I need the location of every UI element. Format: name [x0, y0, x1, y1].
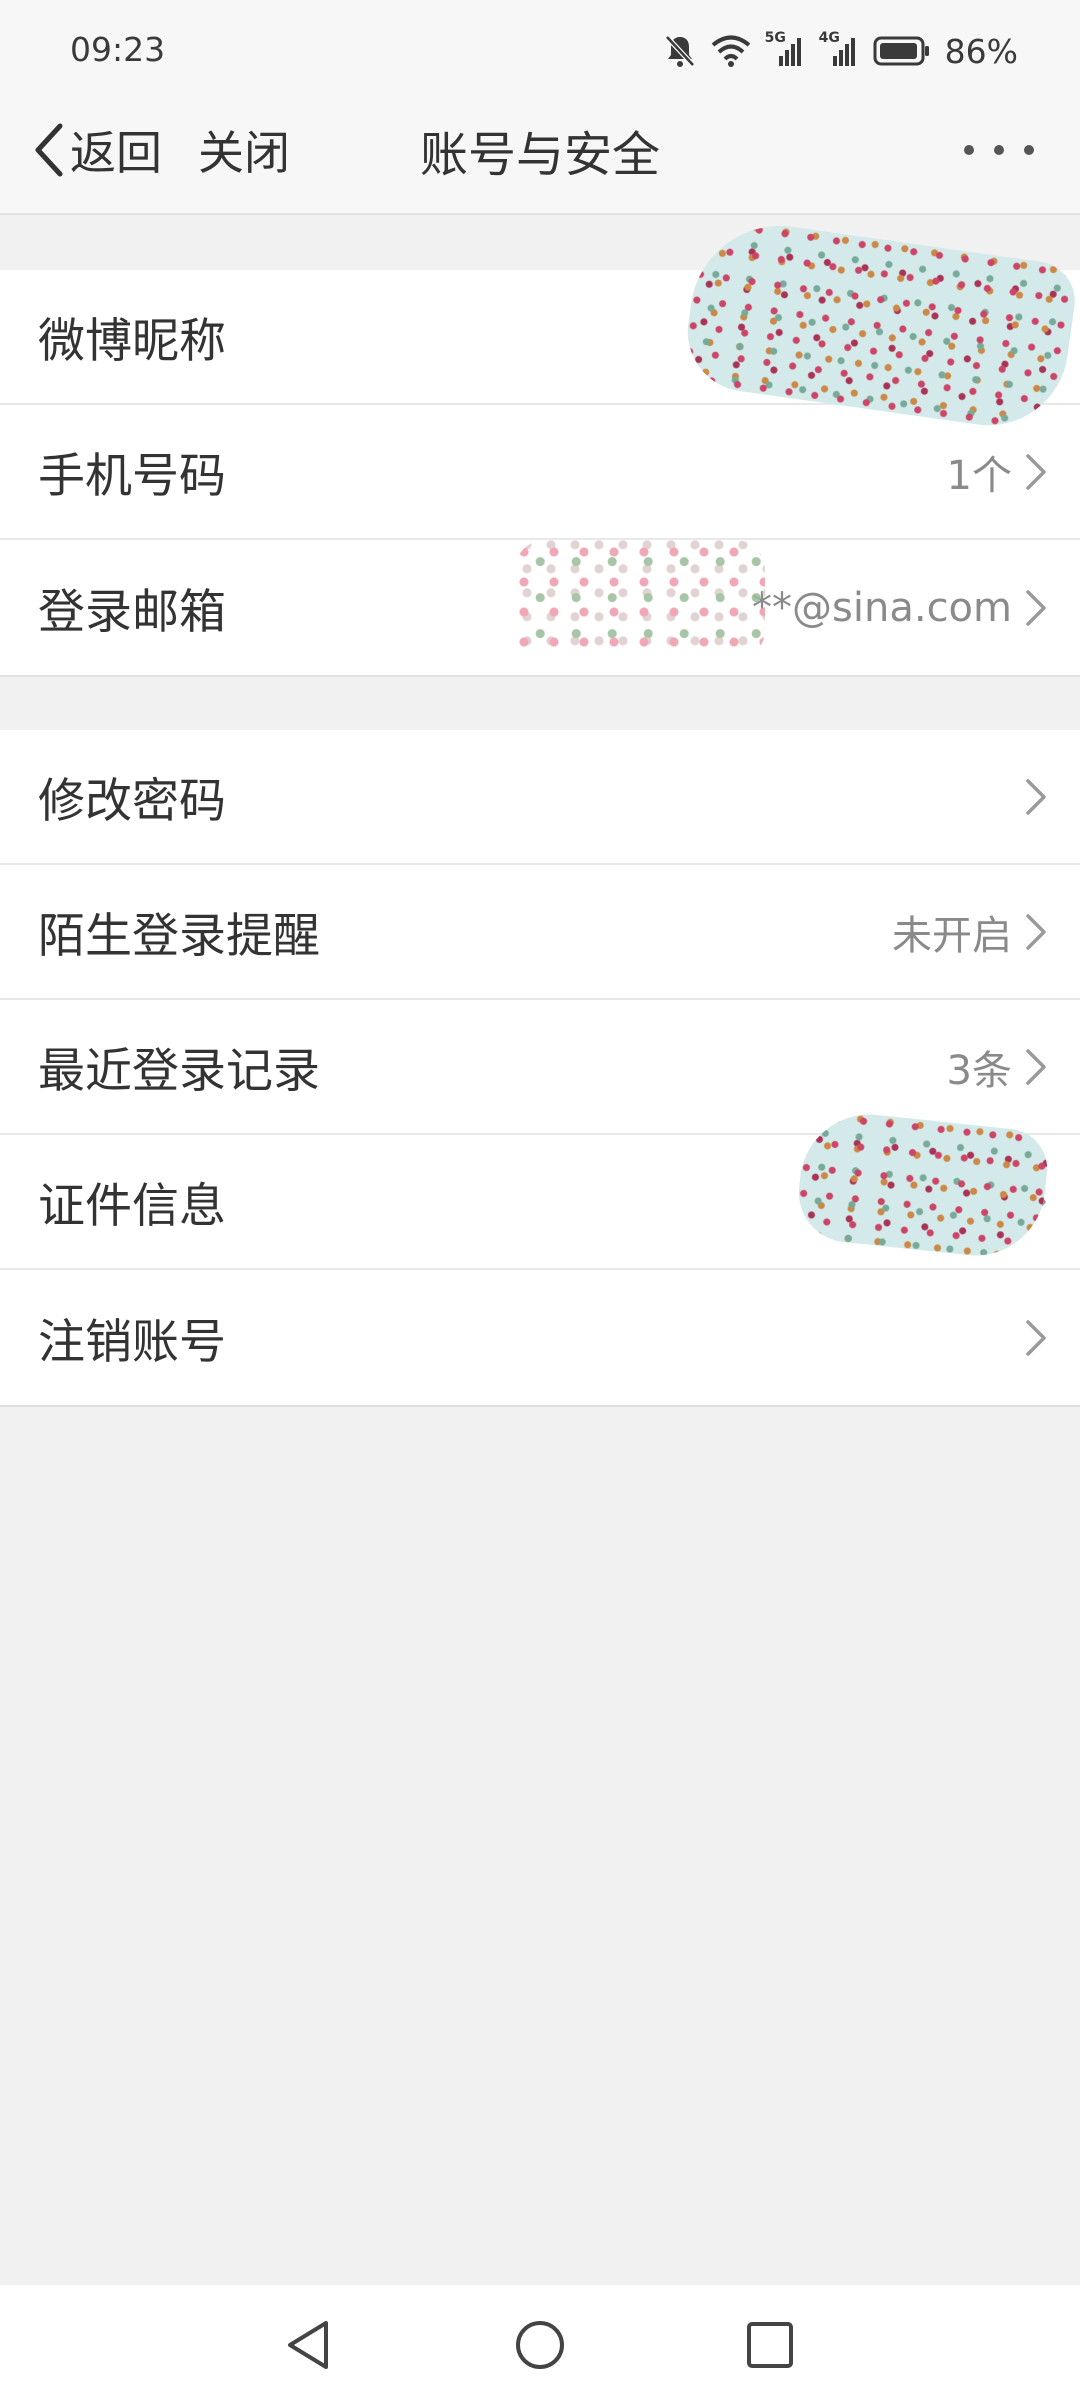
status-bar: 09:23 5G 4G 86%	[0, 0, 1080, 100]
row-label: 修改密码	[38, 774, 226, 829]
row-right: 1个	[947, 443, 1050, 501]
security-group: 修改密码 陌生登录提醒 未开启 最近登录记录 3条 证件信息 注销账号	[0, 730, 1080, 1407]
dot	[994, 145, 1004, 155]
status-icons: 5G 4G 86%	[663, 28, 1018, 74]
row-right: **@sina.com	[752, 585, 1050, 631]
chevron-right-icon	[1026, 778, 1046, 815]
row-right: 未开启	[892, 903, 1050, 961]
signal-5g-icon: 5G	[765, 30, 805, 68]
row-value: 3条	[946, 1047, 1012, 1094]
battery-percent: 86%	[944, 31, 1018, 71]
row-right	[1012, 775, 1050, 819]
redaction-email	[515, 540, 765, 660]
square-recent-icon[interactable]	[740, 2315, 800, 2375]
chevron-right-icon	[1026, 1048, 1046, 1085]
status-time: 09:23	[70, 30, 166, 69]
chevron-right-icon	[1026, 1319, 1046, 1356]
row-value: 未开启	[892, 912, 1012, 959]
chevron-right-icon	[1026, 913, 1046, 950]
row-login-history[interactable]: 最近登录记录 3条	[0, 1000, 1080, 1135]
chevron-left-icon	[35, 123, 63, 177]
row-right	[1012, 1316, 1050, 1360]
redaction-id-info	[793, 1107, 1052, 1263]
back-label: 返回	[70, 126, 162, 180]
row-login-alert[interactable]: 陌生登录提醒 未开启	[0, 865, 1080, 1000]
chevron-right-icon	[1026, 453, 1046, 490]
battery-icon	[873, 36, 929, 66]
signal-4g-icon: 4G	[819, 30, 859, 68]
back-button[interactable]: 返回	[34, 120, 162, 180]
row-label: 注销账号	[38, 1315, 226, 1370]
more-dots-icon[interactable]	[964, 130, 1034, 170]
row-label: 最近登录记录	[38, 1044, 320, 1099]
row-label: 微博昵称	[38, 314, 226, 369]
row-value: 1个	[946, 452, 1012, 499]
chevron-right-icon	[1026, 589, 1046, 626]
row-label: 证件信息	[38, 1179, 226, 1234]
triangle-back-icon[interactable]	[278, 2315, 338, 2375]
row-label: 手机号码	[38, 449, 226, 504]
dot	[964, 145, 974, 155]
close-button[interactable]: 关闭	[198, 120, 290, 180]
row-change-password[interactable]: 修改密码	[0, 730, 1080, 865]
bell-muted-icon	[664, 35, 695, 67]
row-right: 3条	[947, 1038, 1050, 1096]
wifi-icon	[711, 35, 750, 67]
row-delete-account[interactable]: 注销账号	[0, 1270, 1080, 1405]
row-label: 登录邮箱	[38, 585, 226, 640]
system-nav-bar	[0, 2285, 1080, 2400]
row-phone[interactable]: 手机号码 1个	[0, 405, 1080, 540]
dot	[1024, 145, 1034, 155]
page-title: 账号与安全	[419, 127, 660, 183]
nav-bar: 账号与安全 返回 关闭	[0, 100, 1080, 215]
row-value: **@sina.com	[752, 584, 1012, 631]
row-label: 陌生登录提醒	[38, 909, 320, 964]
circle-home-icon[interactable]	[510, 2315, 570, 2375]
